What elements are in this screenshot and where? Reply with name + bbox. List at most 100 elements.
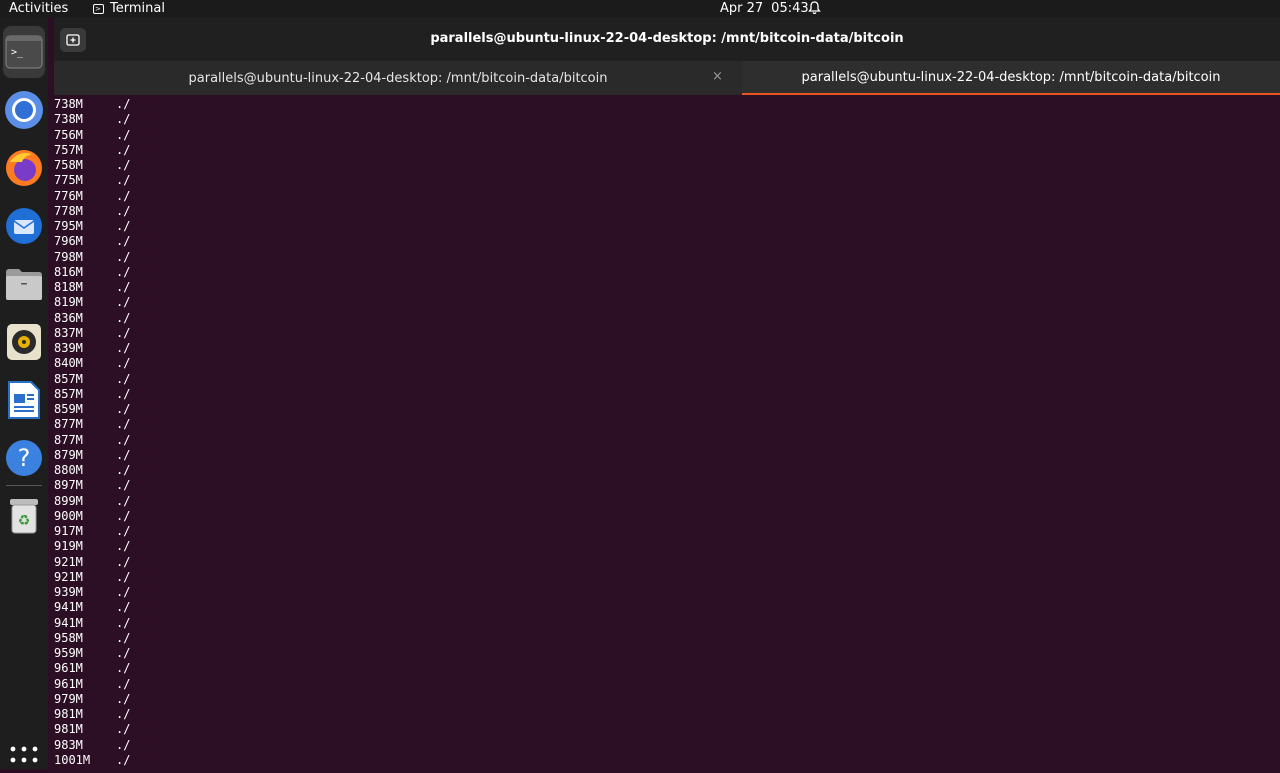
terminal-line-size: 775M [54,173,83,188]
terminal-line: 921M ./ [54,570,1280,585]
terminal-line-path: ./ [116,310,131,325]
terminal-output[interactable]: 738M ./738M ./756M ./757M ./758M ./775M ./776M… [54,95,1280,769]
dock-files[interactable] [3,258,45,310]
terminal-line-size: 758M [54,158,83,172]
terminal-line-path: ./ [116,600,131,615]
terminal-line: 983M ./ [54,738,1280,753]
terminal-line: 979M ./ [54,692,1280,707]
terminal-line-path: ./ [116,264,131,279]
terminal-line-path: ./ [116,569,131,584]
terminal-line-path: ./ [116,371,131,386]
activities-button[interactable]: Activities [9,1,68,16]
terminal-line: 778M ./ [54,204,1280,219]
dock-chromium[interactable] [3,84,45,136]
terminal-line-size: 877M [54,417,83,432]
dock-help[interactable]: ? [3,432,45,484]
terminal-line-size: 897M [54,478,83,493]
terminal-line-size: 961M [54,661,83,676]
terminal-line: 880M ./ [54,463,1280,478]
terminal-line-size: 857M [54,371,83,386]
terminal-line-path: ./ [116,173,131,188]
terminal-line-path: ./ [116,432,131,447]
dock-terminal[interactable]: >_ [3,26,45,78]
terminal-line-size: 961M [54,676,83,691]
terminal-line: 738M ./ [54,97,1280,112]
terminal-line-size: 941M [54,600,83,615]
terminal-line: 840M ./ [54,356,1280,371]
terminal-line: 877M ./ [54,433,1280,448]
terminal-line-path: ./ [116,722,131,737]
terminal-line: 879M ./ [54,448,1280,463]
terminal-line-size: 798M [54,249,83,264]
svg-text:♻: ♻ [18,513,31,529]
terminal-line-path: ./ [116,234,131,249]
terminal-line-size: 880M [54,463,83,477]
tab-1[interactable]: parallels@ubuntu-linux-22-04-desktop: /m… [54,61,742,95]
terminal-line-path: ./ [116,676,131,691]
tab-2[interactable]: parallels@ubuntu-linux-22-04-desktop: /m… [742,61,1280,95]
terminal-line-size: 738M [54,112,83,127]
close-tab-icon[interactable]: × [712,69,723,84]
top-bar: Activities > Terminal Apr 27 05:43 [0,0,1280,18]
terminal-line: 837M ./ [54,326,1280,341]
terminal-line: 897M ./ [54,478,1280,493]
app-menu[interactable]: > Terminal [93,1,165,16]
terminal-line-path: ./ [116,341,131,355]
terminal-line-path: ./ [116,249,131,264]
terminal-line-path: ./ [116,97,131,111]
window-title: parallels@ubuntu-linux-22-04-desktop: /m… [430,31,904,46]
terminal-line-size: 837M [54,325,83,340]
terminal-line-path: ./ [116,661,131,676]
terminal-line-path: ./ [116,478,131,493]
terminal-line-size: 919M [54,539,83,554]
dock-trash[interactable]: ♻ [3,490,45,542]
dock-show-applications[interactable] [3,739,45,773]
dock-firefox[interactable] [3,142,45,194]
tab-1-label: parallels@ubuntu-linux-22-04-desktop: /m… [188,70,608,86]
terminal-line-path: ./ [116,356,131,371]
terminal-line-path: ./ [116,325,131,340]
tab-2-label: parallels@ubuntu-linux-22-04-desktop: /m… [801,69,1221,85]
terminal-line: 877M ./ [54,417,1280,432]
dock: >_ ? ♻ [0,18,48,769]
terminal-line: 961M ./ [54,677,1280,692]
terminal-line-size: 900M [54,508,83,523]
chromium-icon [5,91,43,129]
terminal-line: 981M ./ [54,707,1280,722]
writer-icon [8,381,40,419]
terminal-line-path: ./ [116,691,131,706]
dock-rhythmbox[interactable] [3,316,45,368]
terminal-line-size: 859M [54,402,83,416]
clock[interactable]: Apr 27 05:43 [720,1,809,16]
terminal-line: 757M ./ [54,143,1280,158]
terminal-line-path: ./ [116,737,131,752]
dock-libreoffice-writer[interactable] [3,374,45,426]
terminal-line-size: 921M [54,569,83,584]
tab-bar: parallels@ubuntu-linux-22-04-desktop: /m… [54,61,1280,95]
terminal-line-size: 917M [54,524,83,538]
terminal-line-path: ./ [116,508,131,523]
dock-thunderbird[interactable] [3,200,45,252]
terminal-line-path: ./ [116,417,131,432]
dock-separator [6,485,42,486]
terminal-line: 775M ./ [54,173,1280,188]
terminal-line-path: ./ [116,615,131,630]
firefox-icon [6,150,42,186]
rhythmbox-icon [7,324,41,360]
terminal-line-size: 836M [54,310,83,325]
terminal-line-size: 795M [54,219,83,233]
terminal-line: 921M ./ [54,555,1280,570]
terminal-line-path: ./ [116,524,131,538]
terminal-line-path: ./ [116,295,131,310]
terminal-line-size: 756M [54,127,83,142]
terminal-line-path: ./ [116,188,131,203]
terminal-line-size: 1001M [54,752,91,767]
terminal-line-size: 981M [54,707,83,721]
terminal-line-size: 757M [54,142,83,157]
terminal-mini-icon: > [93,3,104,14]
thunderbird-icon [6,208,42,244]
bell-icon[interactable] [808,1,821,19]
terminal-line-size: 738M [54,97,83,111]
terminal-line: 795M ./ [54,219,1280,234]
terminal-line-path: ./ [116,646,131,660]
